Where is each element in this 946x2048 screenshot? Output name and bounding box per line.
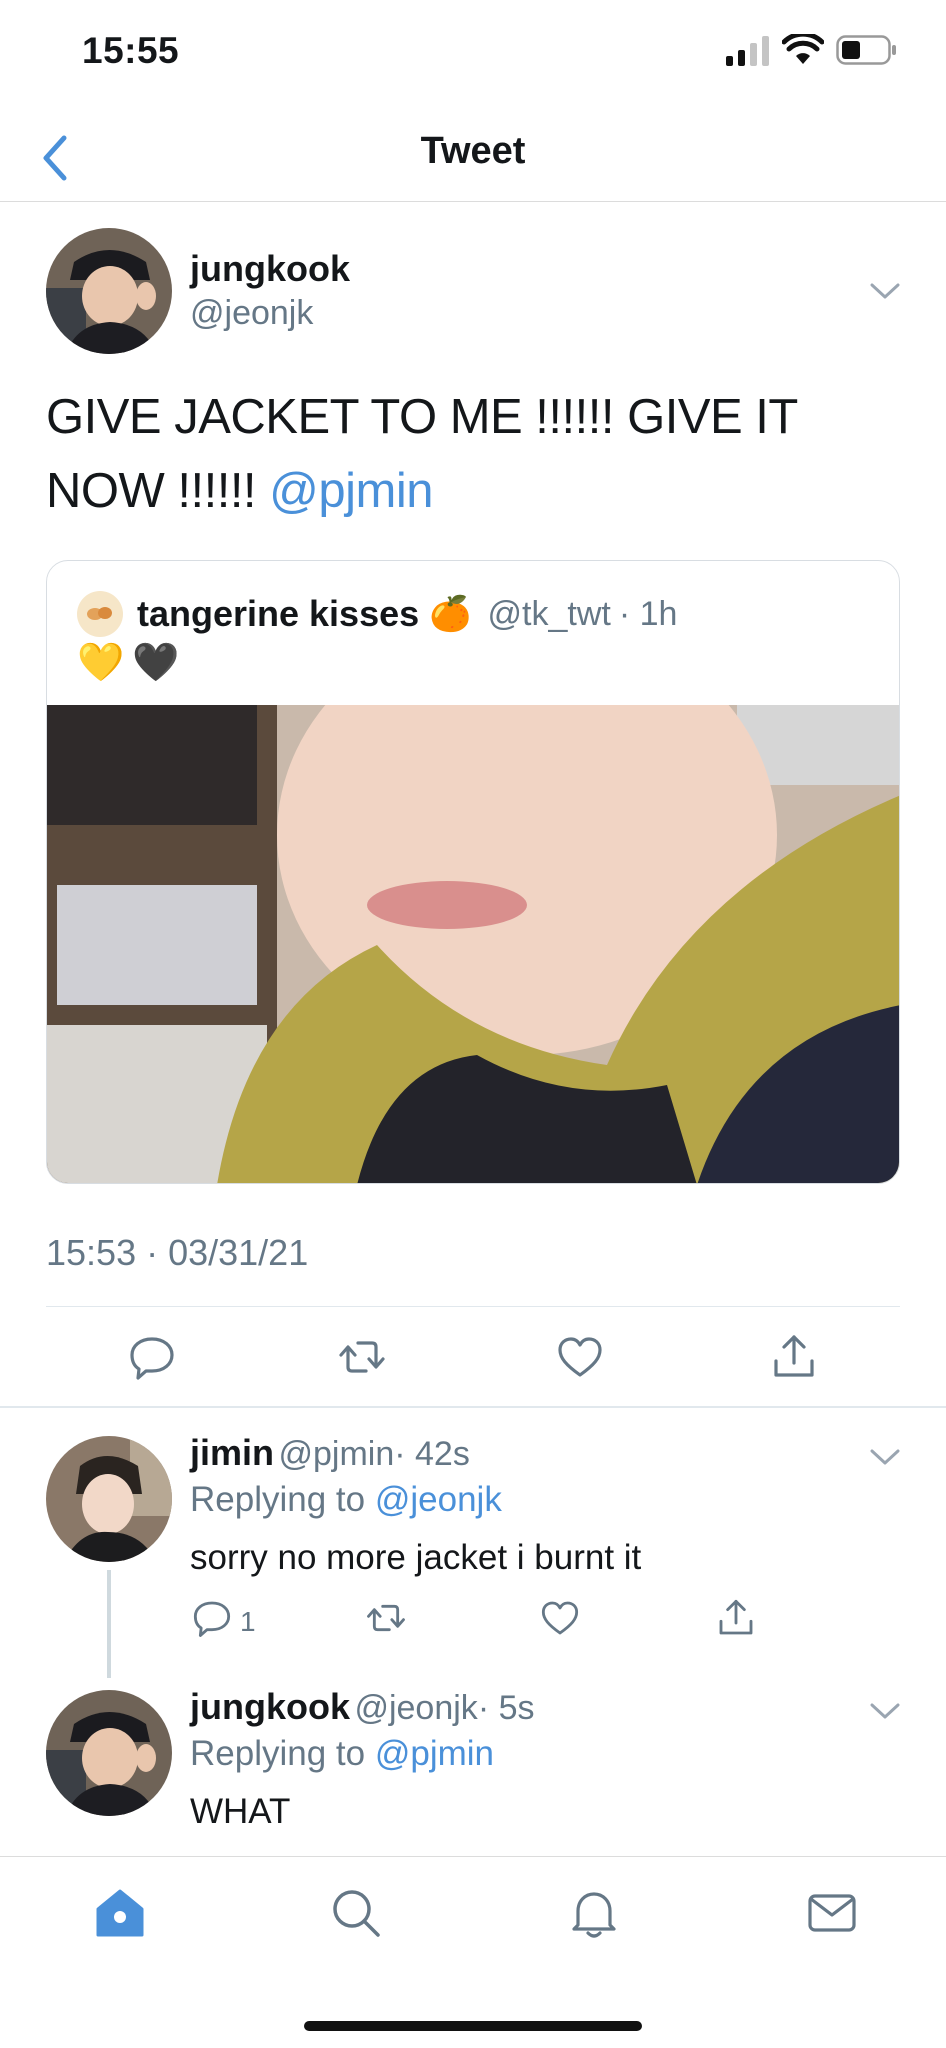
avatar[interactable] xyxy=(46,228,172,354)
quoted-author-handle: @tk_twt xyxy=(487,594,611,633)
mail-icon[interactable] xyxy=(806,1887,858,1939)
reply-text: sorry no more jacket i burnt it xyxy=(190,1538,642,1577)
yellow-heart-emoji: 💛 xyxy=(77,642,125,684)
retweet-icon[interactable] xyxy=(338,1333,386,1381)
tweet-text-line1: GIVE JACKET TO ME !!!!!! GIVE IT xyxy=(46,390,798,444)
replying-to: Replying to @jeonjk xyxy=(190,1480,502,1520)
chevron-down-icon[interactable] xyxy=(868,1446,902,1468)
nav-bar: Tweet xyxy=(0,110,946,202)
home-indicator[interactable] xyxy=(304,2021,642,2031)
share-icon[interactable] xyxy=(770,1333,818,1381)
tweet-timestamp: 15:53 · 03/31/21 xyxy=(46,1232,309,1273)
replying-to: Replying to @pjmin xyxy=(190,1734,494,1774)
tweet-actions xyxy=(46,1306,900,1406)
status-bar: 15:55 xyxy=(0,0,946,110)
tab-bar xyxy=(0,1856,946,2048)
quoted-tweet-header: tangerine kisses 🍊 @tk_twt · 1h xyxy=(77,589,677,639)
search-icon[interactable] xyxy=(330,1887,382,1939)
tangerine-emoji: 🍊 xyxy=(429,595,472,633)
mention-link[interactable]: @pjmin xyxy=(269,464,433,518)
reply-icon[interactable] xyxy=(128,1333,176,1381)
thread-line xyxy=(107,1570,111,1678)
quoted-time: · 1h xyxy=(618,594,678,633)
replying-to-prefix: Replying to xyxy=(190,1480,366,1519)
reply-icon[interactable] xyxy=(192,1598,232,1638)
heart-icon[interactable] xyxy=(540,1598,580,1638)
reply-actions: 1 xyxy=(0,1594,946,1646)
quoted-tweet[interactable]: tangerine kisses 🍊 @tk_twt · 1h 💛 🖤 xyxy=(46,560,900,1184)
reply-author-handle[interactable]: @jeonjk xyxy=(354,1689,477,1727)
battery-icon xyxy=(836,35,896,65)
tweet-text-line2: NOW !!!!!! xyxy=(46,464,257,518)
quoted-photo[interactable] xyxy=(47,705,900,1184)
avatar[interactable] xyxy=(46,1436,172,1562)
reply-time: · 42s xyxy=(394,1435,470,1473)
chevron-down-icon[interactable] xyxy=(868,280,902,302)
heart-icon[interactable] xyxy=(556,1333,604,1381)
quoted-text: 💛 🖤 xyxy=(77,641,180,695)
quoted-avatar xyxy=(77,591,123,637)
share-icon[interactable] xyxy=(716,1598,756,1638)
replying-to-prefix: Replying to xyxy=(190,1734,366,1773)
replying-to-link[interactable]: @pjmin xyxy=(375,1734,494,1773)
page-title: Tweet xyxy=(420,130,526,172)
reply-item[interactable]: jungkook @jeonjk· 5s Replying to @pjmin … xyxy=(0,1686,946,1856)
author-name[interactable]: jungkook xyxy=(190,248,350,290)
tweet-text: GIVE JACKET TO ME !!!!!! GIVE IT NOW !!!… xyxy=(46,380,906,528)
reply-time: · 5s xyxy=(477,1689,535,1727)
status-time: 15:55 xyxy=(82,30,180,71)
bell-icon[interactable] xyxy=(568,1887,620,1939)
cellular-signal-icon xyxy=(726,36,769,66)
quoted-author-name: tangerine kisses xyxy=(137,593,420,634)
avatar[interactable] xyxy=(46,1690,172,1816)
reply-author-line: jungkook @jeonjk· 5s xyxy=(190,1686,535,1728)
author-handle[interactable]: @jeonjk xyxy=(190,294,313,333)
black-heart-emoji: 🖤 xyxy=(132,642,180,684)
reply-text: WHAT xyxy=(190,1792,291,1831)
reply-author-name[interactable]: jungkook xyxy=(190,1686,350,1727)
replying-to-link[interactable]: @jeonjk xyxy=(375,1480,502,1519)
reply-count: 1 xyxy=(240,1606,256,1637)
wifi-icon xyxy=(782,34,824,64)
section-divider xyxy=(0,1406,946,1408)
reply-author-name[interactable]: jimin xyxy=(190,1432,274,1473)
reply-author-line: jimin @pjmin· 42s xyxy=(190,1432,470,1474)
reply-author-handle[interactable]: @pjmin xyxy=(278,1435,394,1473)
home-icon[interactable] xyxy=(94,1887,146,1939)
chevron-down-icon[interactable] xyxy=(868,1700,902,1722)
retweet-icon[interactable] xyxy=(366,1598,406,1638)
reply-item[interactable]: jimin @pjmin· 42s Replying to @jeonjk so… xyxy=(0,1432,946,1612)
